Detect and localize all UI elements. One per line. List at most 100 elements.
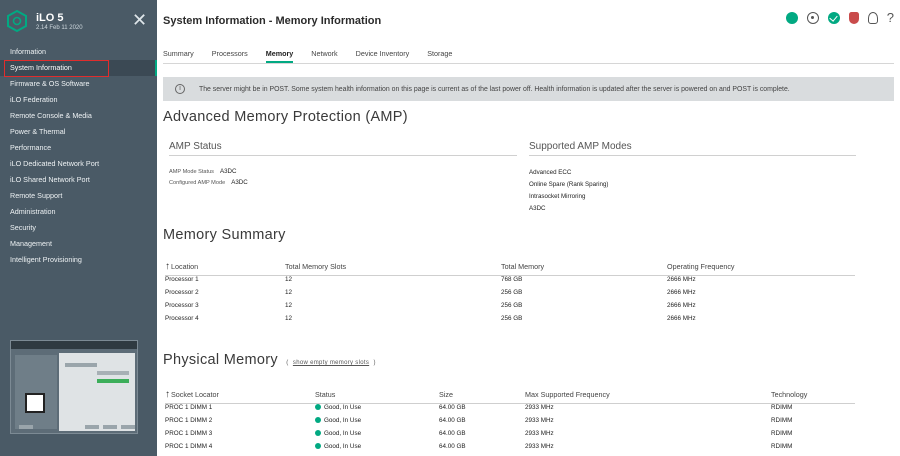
tab-bar: Summary Processors Memory Network Device…: [163, 49, 470, 63]
cell-memory: 256 GB: [501, 289, 523, 296]
ilo-logo-icon: [7, 10, 27, 32]
cell-max-frequency: 2933 MHz: [525, 417, 554, 424]
column-header-socket-locator[interactable]: ↑Socket Locator: [165, 387, 315, 401]
table-header-row: ↑Location Total Memory Slots Total Memor…: [165, 259, 855, 273]
table-row: Processor 2 12 256 GB 2666 MHz: [165, 286, 855, 299]
cell-frequency: 2666 MHz: [667, 315, 696, 322]
physical-memory-heading: Physical Memory ( show empty memory slot…: [163, 352, 376, 368]
header-toolbar: ?: [785, 11, 894, 24]
amp-heading: Advanced Memory Protection (AMP): [163, 109, 408, 125]
tab-divider: [163, 63, 894, 64]
status-ok-icon: [315, 404, 321, 410]
cell-location: Processor 3: [165, 302, 199, 309]
cell-frequency: 2666 MHz: [667, 302, 696, 309]
amp-mode-item: Intrasocket Mirroring: [529, 193, 586, 200]
amp-mode-item: Advanced ECC: [529, 169, 572, 176]
brand-version: 2.14 Feb 11 2020: [36, 24, 83, 31]
physical-memory-table: ↑Socket Locator Status Size Max Supporte…: [165, 387, 855, 453]
cell-status: Good, In Use: [315, 414, 439, 427]
uid-indicator-icon[interactable]: [806, 12, 819, 24]
column-header-size[interactable]: Size: [439, 387, 525, 401]
tab-network[interactable]: Network: [311, 49, 346, 63]
main-content: System Information - Memory Information …: [157, 0, 900, 456]
sort-up-arrow-icon[interactable]: ↑: [165, 389, 170, 400]
tab-summary[interactable]: Summary: [163, 49, 203, 63]
table-header-row: ↑Socket Locator Status Size Max Supporte…: [165, 387, 855, 401]
health-ok-icon[interactable]: [827, 12, 840, 24]
thumbnail-button: [85, 425, 99, 429]
cell-socket: PROC 1 DIMM 4: [165, 443, 213, 450]
paren-open: (: [286, 360, 289, 366]
sidebar-item-power-thermal[interactable]: Power & Thermal: [0, 124, 157, 140]
physical-header-divider: [165, 403, 855, 404]
cell-slots: 12: [285, 315, 293, 322]
table-row: PROC 1 DIMM 3 Good, In Use 64.00 GB 2933…: [165, 427, 855, 440]
cell-size: 64.00 GB: [439, 443, 466, 450]
qr-code-icon: [25, 393, 45, 413]
brand: iLO 5 2.14 Feb 11 2020 ✕: [0, 0, 157, 42]
column-header-operating-frequency[interactable]: Operating Frequency: [667, 259, 855, 273]
configured-amp-mode-value: A3DC: [231, 179, 248, 186]
sidebar-nav: Information System Information Firmware …: [0, 44, 157, 268]
thumbnail-button: [103, 425, 117, 429]
thumbnail-button: [19, 425, 33, 429]
column-header-max-frequency[interactable]: Max Supported Frequency: [525, 387, 771, 401]
memory-summary-heading: Memory Summary: [163, 227, 286, 243]
sort-up-arrow-icon[interactable]: ↑: [165, 261, 170, 272]
status-ok-icon: [315, 417, 321, 423]
sidebar-item-dedicated-port[interactable]: iLO Dedicated Network Port: [0, 156, 157, 172]
table-row: Processor 3 12 256 GB 2666 MHz: [165, 299, 855, 312]
cell-slots: 12: [285, 289, 293, 296]
show-empty-slots-link[interactable]: show empty memory slots: [293, 360, 369, 366]
cell-status: Good, In Use: [315, 440, 439, 453]
column-header-location[interactable]: ↑Location: [165, 259, 285, 273]
help-icon[interactable]: ?: [887, 11, 894, 24]
tab-storage[interactable]: Storage: [427, 49, 461, 63]
power-status-icon[interactable]: [785, 12, 798, 24]
cell-max-frequency: 2933 MHz: [525, 430, 554, 437]
status-ok-icon: [315, 443, 321, 449]
user-icon[interactable]: [867, 12, 878, 24]
table-row: PROC 1 DIMM 4 Good, In Use 64.00 GB 2933…: [165, 440, 855, 453]
close-icon[interactable]: ✕: [132, 11, 147, 29]
sidebar-item-information[interactable]: Information: [0, 44, 157, 60]
sidebar-item-remote-support[interactable]: Remote Support: [0, 188, 157, 204]
amp-mode-item: A3DC: [529, 205, 546, 212]
tab-device-inventory[interactable]: Device Inventory: [356, 49, 419, 63]
info-icon: i: [175, 84, 185, 94]
column-header-technology[interactable]: Technology: [771, 387, 855, 401]
thumbnail-header: [11, 341, 137, 349]
configured-amp-mode-label: Configured AMP Mode: [169, 180, 226, 186]
sidebar: iLO 5 2.14 Feb 11 2020 ✕ Information Sys…: [0, 0, 157, 456]
cell-socket: PROC 1 DIMM 3: [165, 430, 213, 437]
sidebar-item-federation[interactable]: iLO Federation: [0, 92, 157, 108]
sidebar-item-system-information[interactable]: System Information: [0, 60, 157, 77]
security-shield-icon[interactable]: [848, 12, 859, 24]
sidebar-item-shared-port[interactable]: iLO Shared Network Port: [0, 172, 157, 188]
amp-mode-status-label: AMP Mode Status: [169, 169, 214, 175]
thumbnail-bar: [65, 363, 97, 367]
amp-modes-divider: [529, 155, 856, 156]
sidebar-item-administration[interactable]: Administration: [0, 204, 157, 220]
sidebar-item-intelligent-provisioning[interactable]: Intelligent Provisioning: [0, 252, 157, 268]
cell-size: 64.00 GB: [439, 430, 466, 437]
thumbnail-side-pane: [15, 355, 57, 429]
memory-summary-table: ↑Location Total Memory Slots Total Memor…: [165, 259, 855, 325]
cell-socket: PROC 1 DIMM 2: [165, 417, 213, 424]
cell-location: Processor 4: [165, 315, 199, 322]
remote-console-thumbnail[interactable]: [10, 340, 138, 434]
column-header-total-memory[interactable]: Total Memory: [501, 259, 667, 273]
sidebar-item-management[interactable]: Management: [0, 236, 157, 252]
amp-mode-status: AMP Mode Status A3DC: [169, 168, 237, 175]
tab-processors[interactable]: Processors: [212, 49, 257, 63]
cell-technology: RDIMM: [771, 430, 793, 437]
sidebar-item-security[interactable]: Security: [0, 220, 157, 236]
sidebar-item-remote-console[interactable]: Remote Console & Media: [0, 108, 157, 124]
tab-memory[interactable]: Memory: [265, 49, 303, 63]
sidebar-item-performance[interactable]: Performance: [0, 140, 157, 156]
column-header-total-slots[interactable]: Total Memory Slots: [285, 259, 501, 273]
sidebar-item-firmware[interactable]: Firmware & OS Software: [0, 76, 157, 92]
configured-amp-mode: Configured AMP Mode A3DC: [169, 179, 248, 186]
thumbnail-progress: [97, 379, 129, 383]
column-header-status[interactable]: Status: [315, 387, 439, 401]
